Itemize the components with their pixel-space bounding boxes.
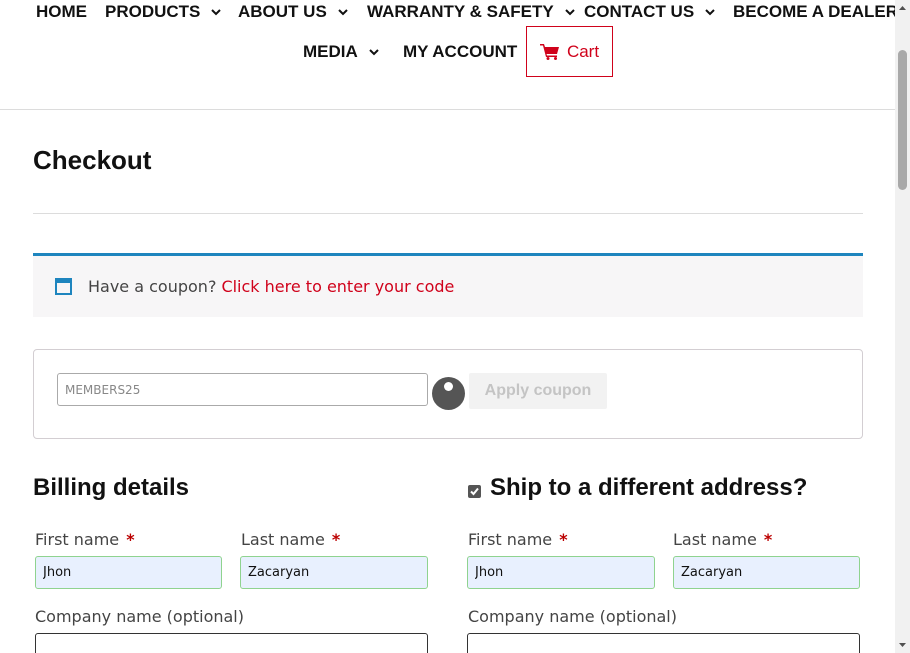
billing-last-name-label: Last name * [241, 530, 340, 549]
required-asterisk: * [126, 530, 135, 549]
loading-spinner-icon [432, 377, 465, 410]
apply-coupon-button[interactable]: Apply coupon [469, 373, 607, 409]
shipping-last-name-input[interactable] [673, 556, 860, 589]
billing-company-input[interactable] [35, 633, 428, 653]
cart-label: Cart [566, 41, 600, 61]
title-divider [33, 213, 863, 214]
nav-item-contact-us[interactable]: CONTACT US [584, 2, 716, 22]
label-text: Last name [673, 530, 757, 549]
nav-item-warranty-safety[interactable]: WARRANTY & SAFETY [367, 2, 576, 22]
chevron-down-icon [564, 9, 575, 16]
nav-item-label: PRODUCTS [105, 2, 201, 21]
nav-item-about-us[interactable]: ABOUT US [238, 2, 349, 22]
chevron-down-icon [338, 9, 348, 16]
window-icon [55, 278, 72, 295]
nav-item-label: CONTACT US [584, 2, 695, 21]
billing-company-label: Company name (optional) [35, 607, 244, 626]
page-scrollbar[interactable] [895, 0, 910, 653]
nav-item-label: MY ACCOUNT [403, 42, 518, 61]
nav-item-my-account[interactable]: MY ACCOUNT [403, 42, 517, 62]
billing-first-name-input[interactable] [35, 556, 222, 589]
scroll-down-arrow-icon[interactable] [895, 637, 910, 653]
label-text: First name [35, 530, 120, 549]
chevron-down-icon [705, 9, 715, 16]
shipping-company-input[interactable] [467, 633, 860, 653]
coupon-notice: Have a coupon? Click here to enter your … [33, 253, 863, 317]
nav-item-media[interactable]: MEDIA [303, 42, 380, 62]
required-asterisk: * [763, 530, 773, 549]
billing-last-name-input[interactable] [240, 556, 428, 589]
required-asterisk: * [559, 530, 568, 549]
nav-item-label: WARRANTY & SAFETY [367, 2, 554, 21]
scroll-up-arrow-icon[interactable] [895, 0, 910, 16]
shipping-first-name-input[interactable] [467, 556, 655, 589]
billing-details-title: Billing details [33, 474, 190, 501]
checkmark-icon [470, 487, 479, 496]
scrollbar-thumb[interactable] [898, 50, 907, 190]
label-text: Last name [241, 530, 325, 549]
coupon-code-input[interactable] [57, 373, 428, 406]
nav-item-label: MEDIA [303, 42, 358, 61]
ship-different-address-title[interactable]: Ship to a different address? [490, 474, 807, 502]
shipping-first-name-label: First name * [468, 530, 568, 549]
billing-first-name-label: First name * [35, 530, 135, 549]
nav-item-label: HOME [36, 2, 87, 21]
nav-item-label: BECOME A DEALER [733, 2, 898, 21]
shipping-company-label: Company name (optional) [468, 607, 677, 626]
nav-item-home[interactable]: HOME [36, 2, 87, 22]
nav-item-products[interactable]: PRODUCTS [105, 2, 222, 22]
nav-item-become-a-dealer[interactable]: BECOME A DEALER [733, 2, 898, 22]
chevron-down-icon [369, 49, 379, 56]
chevron-down-icon [211, 9, 222, 16]
coupon-form: Apply coupon [33, 349, 863, 439]
cart-button[interactable]: Cart [526, 26, 613, 77]
required-asterisk: * [331, 530, 341, 549]
main-navigation: HOME PRODUCTS ABOUT US WARRANTY & SAFETY… [0, 0, 898, 110]
nav-item-label: ABOUT US [238, 2, 327, 21]
ship-different-address-checkbox[interactable] [468, 485, 481, 498]
coupon-notice-text: Have a coupon? [88, 277, 217, 296]
shopping-cart-icon [539, 44, 559, 60]
shipping-last-name-label: Last name * [673, 530, 772, 549]
enter-coupon-link[interactable]: Click here to enter your code [221, 277, 454, 296]
page-title: Checkout [33, 145, 152, 175]
label-text: First name [468, 530, 553, 549]
